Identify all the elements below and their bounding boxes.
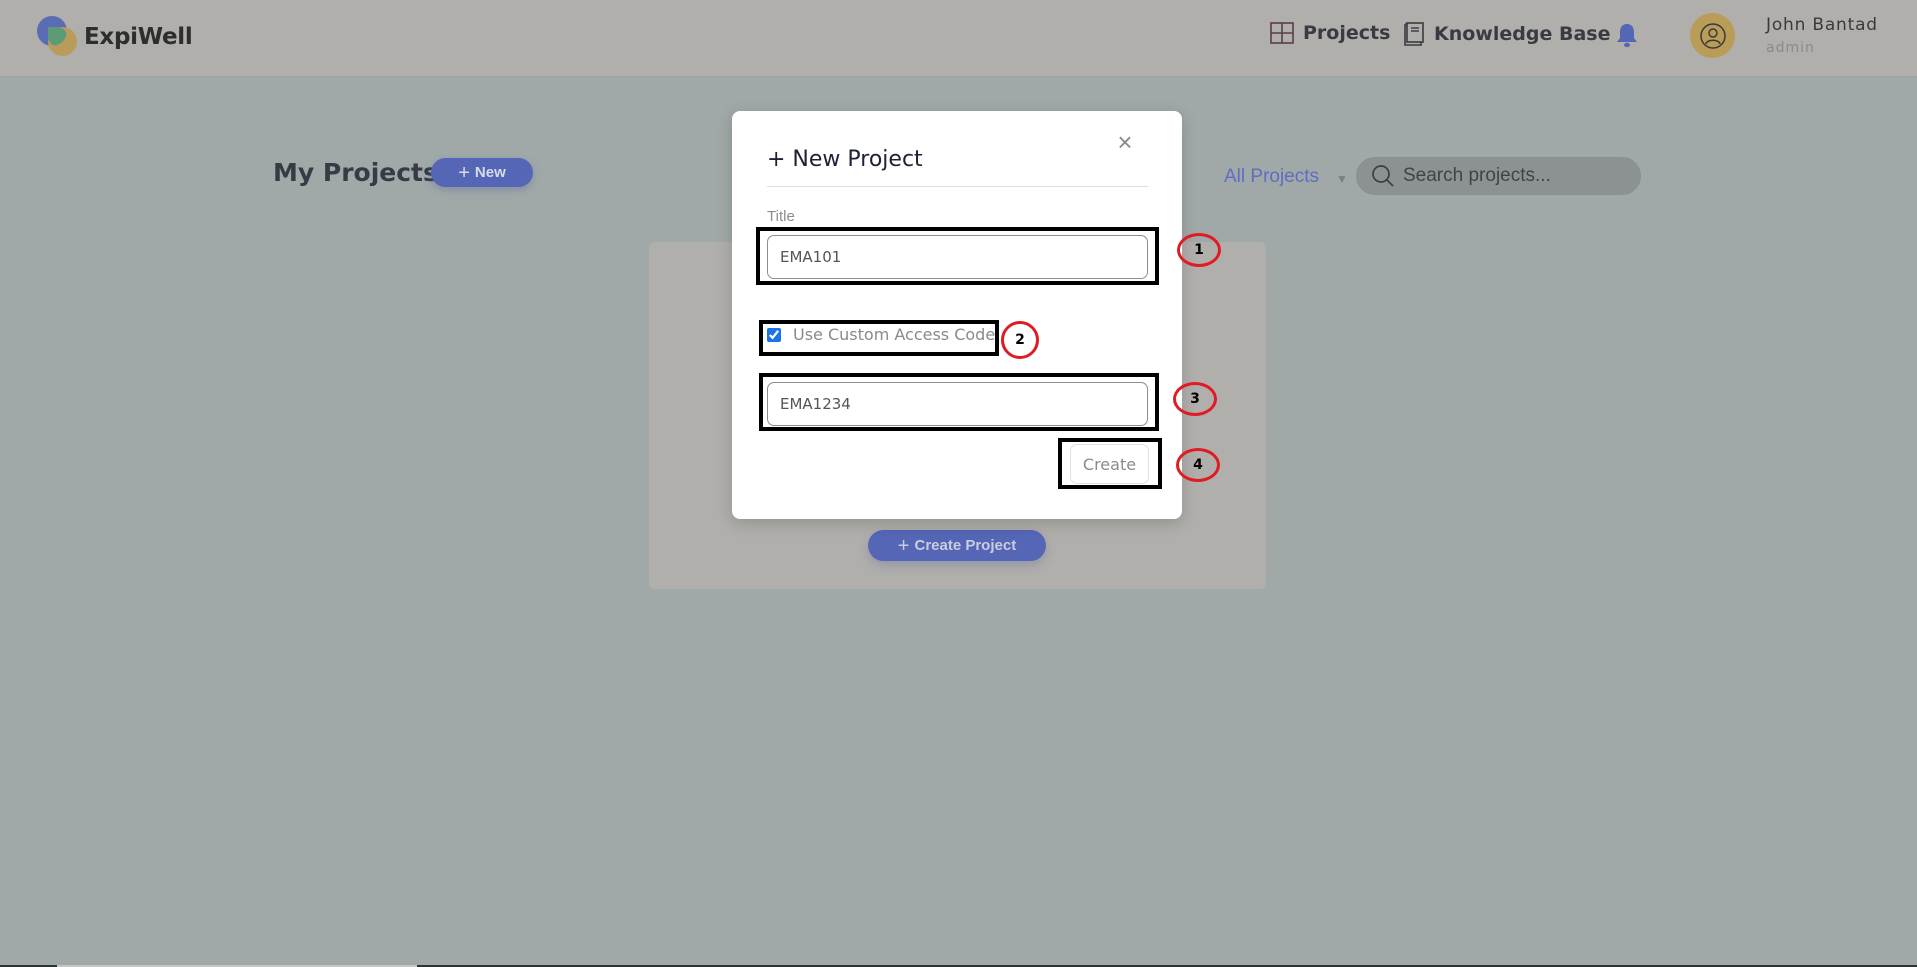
page-title: My Projects: [273, 158, 438, 187]
app-name: ExpiWell: [84, 24, 193, 50]
avatar[interactable]: [1690, 13, 1735, 58]
user-name: John Bantad: [1766, 15, 1878, 35]
project-filter-dropdown[interactable]: All Projects: [1224, 166, 1319, 188]
annotation-box-4: [1058, 438, 1162, 489]
new-button-label: New: [474, 164, 506, 181]
annotation-box-1: [756, 227, 1159, 285]
logo[interactable]: ExpiWell: [37, 16, 193, 58]
close-icon[interactable]: ×: [1112, 129, 1138, 155]
search-icon: [1372, 165, 1394, 187]
modal-title: + New Project: [767, 147, 923, 172]
expiwell-logo-icon: [37, 16, 79, 58]
grid-icon: [1270, 22, 1294, 44]
bell-icon: [1617, 24, 1637, 48]
create-project-label: Create Project: [914, 537, 1017, 554]
annotation-marker-2: 2: [1001, 321, 1039, 359]
nav-projects-label: Projects: [1303, 22, 1391, 44]
annotation-box-2: [759, 320, 999, 356]
annotation-marker-4: 4: [1176, 448, 1220, 482]
annotation-marker-3: 3: [1173, 382, 1217, 416]
search-box[interactable]: [1356, 157, 1641, 195]
new-project-button[interactable]: + New: [431, 158, 533, 187]
create-project-button[interactable]: + Create Project: [868, 530, 1046, 561]
caret-down-icon[interactable]: ▼: [1336, 172, 1348, 186]
plus-icon: +: [458, 161, 470, 184]
divider: [767, 186, 1148, 187]
user-role: admin: [1766, 40, 1815, 56]
book-icon: [1404, 22, 1424, 46]
annotation-box-3: [759, 373, 1159, 431]
plus-icon: +: [897, 534, 910, 557]
nav-projects[interactable]: Projects: [1270, 22, 1390, 44]
user-circle-icon: [1699, 22, 1726, 49]
title-label: Title: [767, 208, 795, 225]
nav-knowledge-base[interactable]: Knowledge Base: [1403, 22, 1610, 46]
nav-knowledge-base-label: Knowledge Base: [1434, 23, 1611, 45]
notifications-button[interactable]: [1616, 22, 1638, 53]
search-input[interactable]: [1403, 165, 1623, 187]
top-header: ExpiWell Projects Knowledge Base John Ba…: [0, 0, 1917, 77]
annotation-marker-1: 1: [1177, 233, 1221, 267]
